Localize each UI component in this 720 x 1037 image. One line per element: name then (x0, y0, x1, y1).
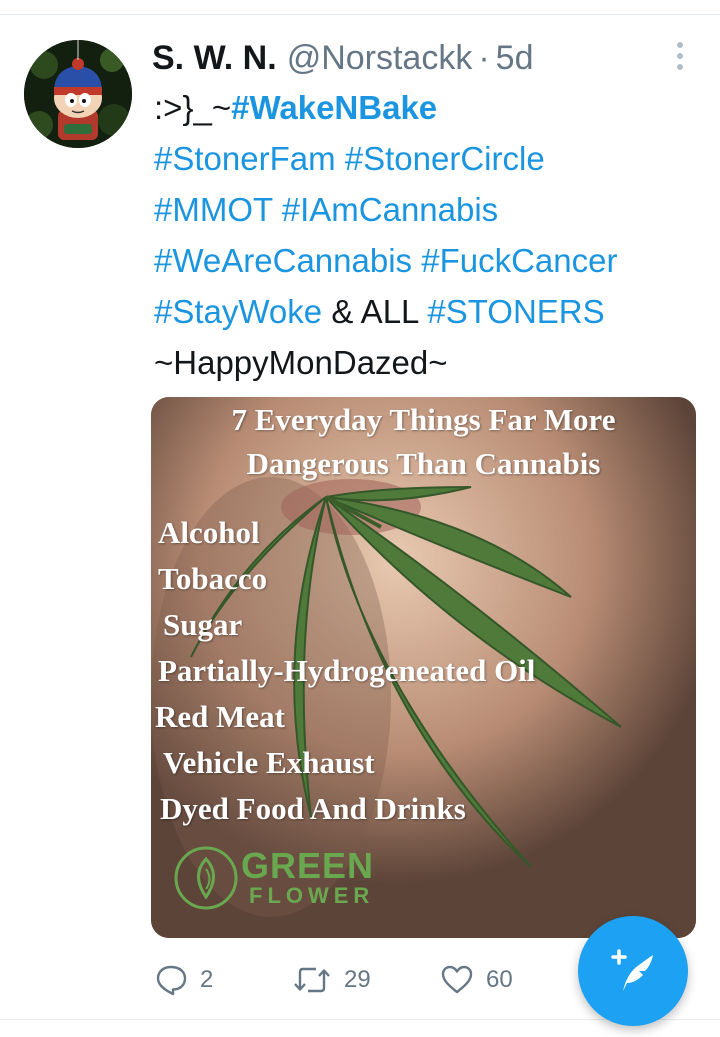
reply-icon (156, 965, 187, 996)
avatar-image (24, 40, 132, 148)
image-list-item: Tobacco (158, 561, 268, 596)
user-handle[interactable]: @Norstackk (287, 36, 473, 80)
tweet-text-segment (273, 191, 282, 228)
retweet-count: 29 (344, 966, 371, 993)
retweet-icon (294, 967, 330, 993)
like-count: 60 (486, 966, 513, 993)
tweet-image[interactable]: 7 Everyday Things Far More Dangerous Tha… (151, 397, 696, 938)
hashtag-link[interactable]: #WeAreCannabis (154, 242, 412, 279)
image-list-item: Partially-Hydrogeneated Oil (158, 653, 536, 688)
like-icon (441, 965, 473, 994)
image-title-line-1: 7 Everyday Things Far More (231, 402, 616, 437)
compose-tweet-button[interactable] (578, 916, 688, 1026)
tweet-text-line: #WeAreCannabis #FuckCancer (154, 235, 714, 286)
image-list-item: Sugar (163, 607, 243, 642)
image-list-item: Alcohol (158, 515, 260, 550)
tweet-text-line: #StayWoke & ALL #STONERS (154, 286, 714, 337)
tweet-text-line: ~HappyMonDazed~ (154, 337, 714, 388)
tweet-text-segment: & ALL (322, 293, 428, 330)
logo-word-green: GREEN (241, 845, 375, 886)
display-name[interactable]: S. W. N. (152, 36, 277, 80)
hashtag-link[interactable]: #FuckCancer (421, 242, 617, 279)
tweet-text-segment: :>}_~ (154, 89, 232, 126)
logo-word-flower: FLOWER (249, 883, 375, 908)
reply-count: 2 (200, 966, 214, 993)
compose-tweet-icon (611, 949, 653, 991)
separator-dot: · (478, 39, 490, 77)
reply-button[interactable]: 2 (154, 958, 213, 1002)
tweet-text: :>}_~#WakeNBake #StonerFam #StonerCircle #… (154, 82, 714, 388)
image-list-item: Vehicle Exhaust (163, 745, 375, 780)
tweet-header: S. W. N. @Norstackk · 5d (152, 36, 534, 80)
like-button[interactable]: 60 (440, 958, 513, 1002)
green-flower-logo-icon (174, 846, 238, 910)
hashtag-link[interactable]: #WakeNBake (231, 89, 437, 126)
timestamp[interactable]: 5d (496, 36, 534, 80)
image-list-item: Dyed Food And Drinks (160, 791, 466, 826)
hashtag-link[interactable]: #IAmCannabis (282, 191, 498, 228)
tweet-text-segment (412, 242, 421, 279)
tweet-text-line: :>}_~#WakeNBake (154, 82, 714, 133)
retweet-button[interactable]: 29 (292, 958, 371, 1002)
hashtag-link[interactable]: #StonerCircle (345, 140, 545, 177)
tweet-text-segment (336, 140, 345, 177)
tweet-screen: S. W. N. @Norstackk · 5d :>}_~#WakeNBake… (0, 0, 720, 1037)
image-title-line-2: Dangerous Than Cannabis (246, 446, 601, 481)
tweet-actions: 2 29 60 (154, 958, 574, 1002)
tweet-text-line: #MMOT #IAmCannabis (154, 184, 714, 235)
image-list-item: Red Meat (155, 699, 285, 734)
hashtag-link[interactable]: #StonerFam (154, 140, 336, 177)
tweet-text-line: #StonerFam #StonerCircle (154, 133, 714, 184)
tweet-text-segment: ~HappyMonDazed~ (154, 344, 448, 381)
avatar[interactable] (24, 40, 132, 148)
hashtag-link[interactable]: #MMOT (154, 191, 273, 228)
more-vertical-icon[interactable] (668, 38, 692, 74)
top-divider (0, 14, 720, 15)
hashtag-link[interactable]: #STONERS (427, 293, 604, 330)
hashtag-link[interactable]: #StayWoke (154, 293, 322, 330)
